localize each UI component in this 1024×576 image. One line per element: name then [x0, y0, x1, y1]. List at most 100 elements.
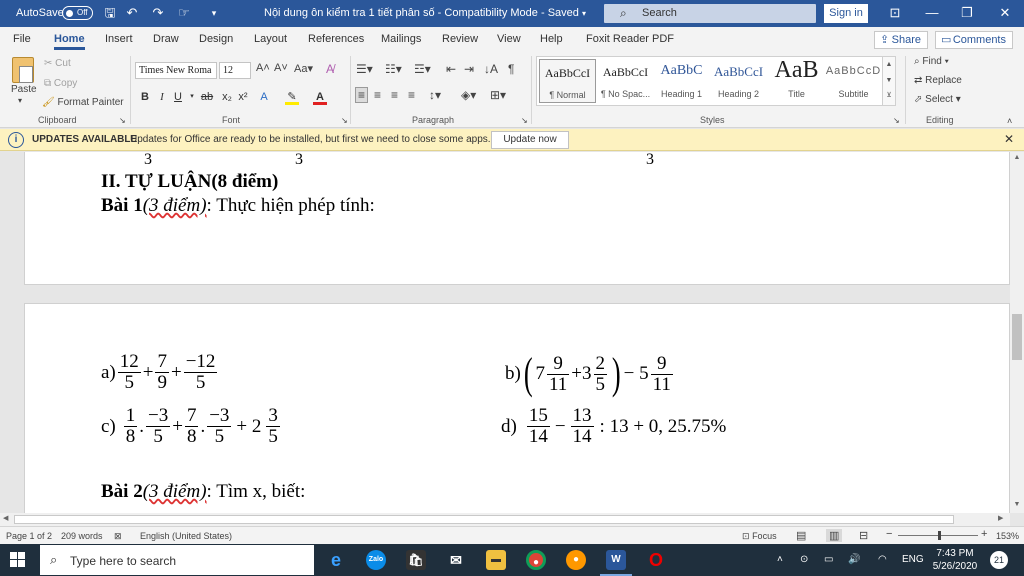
customize-toolbar-icon[interactable]: ▾ — [206, 5, 222, 21]
multilevel-list-icon[interactable]: ☲▾ — [414, 62, 431, 76]
tab-home[interactable]: Home — [54, 33, 85, 50]
scrollbar-thumb[interactable] — [14, 515, 954, 524]
scroll-left-icon[interactable]: ◀ — [3, 514, 8, 522]
font-launcher-icon[interactable]: ↘ — [341, 116, 348, 125]
shading-icon[interactable]: ◈▾ — [461, 88, 476, 102]
redo-icon[interactable]: ↷ — [150, 5, 166, 21]
word-count[interactable]: 209 words — [61, 531, 103, 541]
vertical-scrollbar[interactable]: ▲ ▼ — [1010, 152, 1024, 513]
windows-start-icon[interactable] — [10, 552, 26, 568]
chevron-up-icon[interactable]: ▲ — [883, 57, 895, 73]
zoom-slider-handle[interactable] — [938, 531, 941, 540]
taskbar-search-input[interactable]: ⌕ Type here to search — [40, 545, 314, 575]
tab-design[interactable]: Design — [199, 33, 233, 45]
ribbon-display-icon[interactable]: ⊡ — [883, 4, 907, 22]
web-layout-icon[interactable]: ⊟ — [859, 529, 868, 542]
bullets-icon[interactable]: ☰▾ — [356, 62, 373, 76]
proofing-icon[interactable]: ⊠ — [114, 531, 122, 542]
format-painter-button[interactable]: 🖌 Format Painter — [42, 97, 124, 108]
decrease-indent-icon[interactable]: ⇤ — [446, 62, 456, 76]
bold-icon[interactable]: B — [138, 89, 152, 105]
select-button[interactable]: ⬀ Select ▾ — [914, 94, 961, 105]
action-center-icon[interactable]: 21 — [990, 551, 1008, 569]
page-count[interactable]: Page 1 of 2 — [6, 531, 52, 541]
font-size-combo[interactable]: 12 — [219, 62, 251, 79]
style-no-spacing[interactable]: AaBbCcI ¶ No Spac... — [597, 59, 654, 103]
document-title[interactable]: Nội dung ôn kiểm tra 1 tiết phân số - Co… — [264, 7, 586, 19]
chrome-canary-icon[interactable]: ● — [566, 550, 586, 570]
paragraph-launcher-icon[interactable]: ↘ — [521, 116, 528, 125]
comments-button[interactable]: ▭ Comments — [935, 31, 1013, 49]
document-page-1[interactable]: 3 3 3 II. TỰ LUẬN(8 điểm) Bài 1(3 điểm):… — [24, 152, 1010, 285]
scroll-right-icon[interactable]: ▶ — [998, 514, 1003, 522]
cut-button[interactable]: ✂ Cut — [44, 58, 71, 69]
clipboard-launcher-icon[interactable]: ↘ — [119, 116, 126, 125]
tab-foxit-reader-pdf[interactable]: Foxit Reader PDF — [586, 33, 674, 45]
replace-button[interactable]: ⇄ Replace — [914, 75, 962, 86]
paste-icon[interactable] — [12, 57, 34, 83]
tab-draw[interactable]: Draw — [153, 33, 179, 45]
style-heading-2[interactable]: AaBbCcI Heading 2 — [710, 59, 767, 103]
align-center-icon[interactable]: ≡ — [374, 88, 381, 102]
clear-formatting-icon[interactable]: A̸ — [326, 62, 334, 76]
font-color-icon[interactable]: A — [313, 89, 327, 105]
tab-insert[interactable]: Insert — [105, 33, 133, 45]
print-layout-icon[interactable]: ▥ — [826, 529, 843, 542]
tray-app-icon[interactable]: ⊙ — [800, 554, 808, 565]
tray-chevron-icon[interactable]: ˄ — [777, 554, 783, 565]
language-indicator[interactable]: ENG — [902, 554, 924, 565]
align-right-icon[interactable]: ≡ — [391, 88, 398, 102]
style-subtitle[interactable]: AaBbCcD Subtitle — [825, 59, 882, 103]
close-icon[interactable]: ✕ — [993, 4, 1017, 22]
more-styles-icon[interactable]: ⊻ — [883, 89, 895, 103]
restore-icon[interactable]: ❐ — [955, 4, 979, 22]
change-case-icon[interactable]: Aa▾ — [294, 62, 313, 75]
shrink-font-icon[interactable]: A˅ — [274, 62, 288, 74]
line-spacing-icon[interactable]: ↕▾ — [429, 88, 441, 102]
style-normal[interactable]: AaBbCcI ¶ Normal — [539, 59, 596, 103]
tab-help[interactable]: Help — [540, 33, 563, 45]
tab-view[interactable]: View — [497, 33, 521, 45]
grow-font-icon[interactable]: A˄ — [256, 62, 270, 74]
undo-icon[interactable]: ↶ — [124, 5, 140, 21]
subscript-icon[interactable]: x₂ — [220, 89, 234, 105]
find-button[interactable]: ⌕ Find ▾ — [914, 56, 949, 67]
file-explorer-icon[interactable]: ▬ — [486, 550, 506, 570]
show-formatting-icon[interactable]: ¶ — [508, 62, 514, 76]
chevron-down-icon[interactable]: ▼ — [883, 73, 895, 89]
italic-icon[interactable]: I — [155, 89, 169, 105]
read-mode-icon[interactable]: ▤ — [796, 529, 806, 542]
styles-scroll[interactable]: ▲ ▼ ⊻ — [882, 56, 896, 106]
justify-icon[interactable]: ≡ — [408, 88, 415, 102]
volume-icon[interactable]: 🔊 — [848, 554, 860, 565]
borders-icon[interactable]: ⊞▾ — [490, 88, 506, 102]
opera-icon[interactable]: O — [646, 550, 666, 570]
mail-icon[interactable]: ✉ — [446, 550, 466, 570]
language[interactable]: English (United States) — [140, 531, 232, 541]
paste-dropdown-icon[interactable]: ▾ — [18, 96, 22, 105]
chrome-icon[interactable]: ● — [526, 550, 546, 570]
highlight-icon[interactable]: ✎ — [285, 89, 299, 105]
document-page-2[interactable]: a) 12 5 + 79 + −12 5 b) ( 7 9 11 + 3 25 ) −… — [24, 303, 1010, 513]
paste-button-label[interactable]: Paste — [11, 84, 37, 95]
sign-in-button[interactable]: Sign in — [824, 4, 868, 23]
scrollbar-thumb[interactable] — [1012, 314, 1022, 360]
zoom-in-icon[interactable]: + — [981, 528, 987, 540]
edge-icon[interactable]: e — [326, 550, 346, 570]
document-canvas[interactable]: 3 3 3 II. TỰ LUẬN(8 điểm) Bài 1(3 điểm):… — [0, 152, 1010, 513]
tab-mailings[interactable]: Mailings — [381, 33, 421, 45]
tab-file[interactable]: File — [13, 33, 31, 45]
taskbar-clock[interactable]: 7:43 PM 5/26/2020 — [926, 547, 984, 573]
scroll-down-icon[interactable]: ▼ — [1010, 501, 1024, 508]
numbering-icon[interactable]: ☷▾ — [385, 62, 402, 76]
copy-button[interactable]: ⧉ Copy — [44, 78, 77, 89]
sort-icon[interactable]: ↓A — [484, 62, 498, 76]
style-title[interactable]: AaB Title — [768, 57, 825, 103]
styles-launcher-icon[interactable]: ↘ — [893, 116, 900, 125]
title-search-input[interactable]: ⌕ Search — [604, 4, 816, 23]
collapse-ribbon-icon[interactable]: ˄ — [1007, 116, 1012, 126]
word-icon[interactable]: W — [600, 550, 632, 576]
share-button[interactable]: ⇪ Share — [874, 31, 928, 49]
align-left-icon[interactable]: ≡ — [355, 87, 369, 103]
wifi-icon[interactable]: ◠ — [878, 554, 887, 565]
